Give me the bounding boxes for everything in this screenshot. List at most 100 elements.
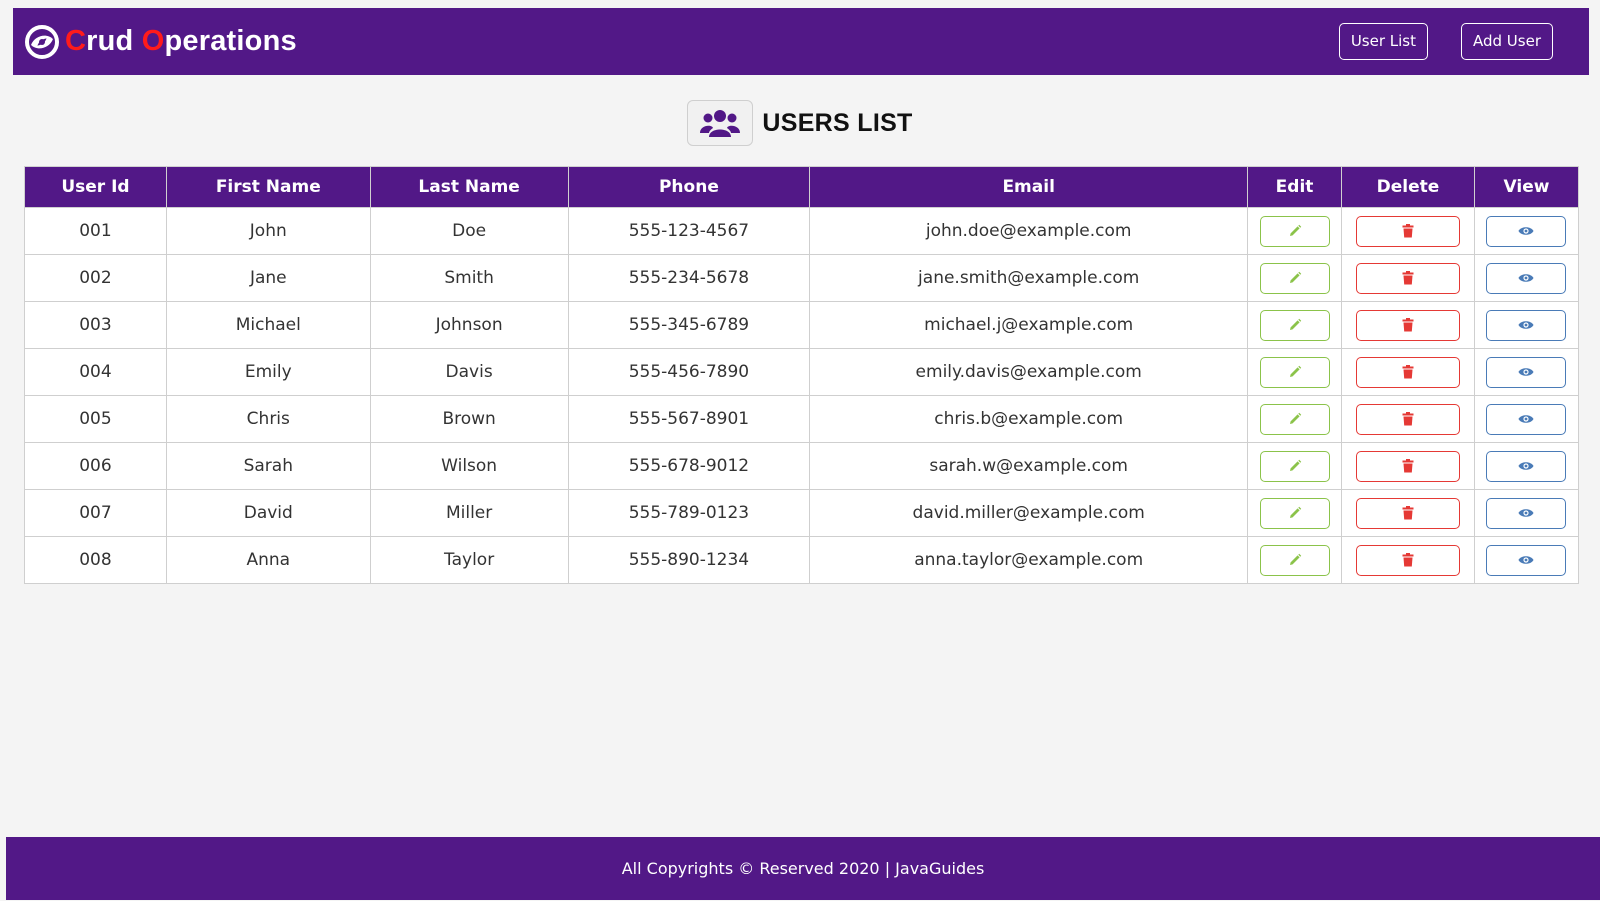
- edit-button[interactable]: [1259, 450, 1330, 482]
- cell-view: [1473, 254, 1580, 302]
- page-heading: USERS LIST: [0, 100, 1600, 146]
- edit-button[interactable]: [1259, 215, 1330, 247]
- delete-button[interactable]: [1355, 544, 1460, 576]
- cell-first-name: John: [165, 207, 371, 255]
- col-header-user-id[interactable]: User Id: [24, 166, 167, 208]
- cell-last-name: Johnson: [369, 301, 569, 349]
- delete-button[interactable]: [1355, 450, 1460, 482]
- cell-view: [1473, 442, 1580, 490]
- table-row: 001 John Doe 555-123-4567 john.doe@examp…: [24, 207, 1580, 255]
- edit-button[interactable]: [1259, 497, 1330, 529]
- cell-user-id: 004: [24, 348, 167, 396]
- cell-last-name: Davis: [369, 348, 569, 396]
- user-list-button[interactable]: User List: [1338, 23, 1428, 60]
- swirl-logo-icon: [25, 24, 59, 59]
- pencil-icon: [1289, 318, 1301, 330]
- trash-icon: [1402, 412, 1414, 426]
- delete-button[interactable]: [1355, 262, 1460, 294]
- view-button[interactable]: [1486, 309, 1567, 341]
- cell-user-id: 006: [24, 442, 167, 490]
- col-header-last-name[interactable]: Last Name: [369, 166, 569, 208]
- edit-button[interactable]: [1259, 544, 1330, 576]
- trash-icon: [1402, 271, 1414, 285]
- footer: All Copyrights © Reserved 2020 | JavaGui…: [6, 837, 1600, 900]
- cell-phone: 555-890-1234: [567, 536, 811, 584]
- nav-buttons: User List Add User: [1338, 23, 1553, 60]
- page: Crud Operations User List Add User USERS…: [0, 0, 1600, 901]
- brand-letter-c: C: [65, 25, 87, 57]
- view-button[interactable]: [1486, 262, 1567, 294]
- cell-edit: [1247, 395, 1343, 443]
- cell-first-name: Chris: [165, 395, 371, 443]
- cell-edit: [1247, 442, 1343, 490]
- cell-email: anna.taylor@example.com: [809, 536, 1249, 584]
- pencil-icon: [1289, 459, 1301, 471]
- edit-button[interactable]: [1259, 356, 1330, 388]
- table-row: 007 David Miller 555-789-0123 david.mill…: [24, 489, 1580, 537]
- col-header-first-name[interactable]: First Name: [165, 166, 371, 208]
- col-header-email[interactable]: Email: [809, 166, 1249, 208]
- delete-button[interactable]: [1355, 497, 1460, 529]
- delete-button[interactable]: [1355, 403, 1460, 435]
- view-button[interactable]: [1486, 544, 1567, 576]
- cell-edit: [1247, 536, 1343, 584]
- brand[interactable]: Crud Operations: [25, 24, 297, 59]
- brand-letter-o: O: [141, 25, 165, 57]
- delete-button[interactable]: [1355, 309, 1460, 341]
- pencil-icon: [1289, 271, 1301, 283]
- delete-button[interactable]: [1355, 356, 1460, 388]
- eye-icon: [1518, 321, 1534, 329]
- cell-phone: 555-234-5678: [567, 254, 811, 302]
- cell-delete: [1341, 301, 1475, 349]
- trash-icon: [1402, 506, 1414, 520]
- edit-button[interactable]: [1259, 403, 1330, 435]
- cell-last-name: Smith: [369, 254, 569, 302]
- view-button[interactable]: [1486, 215, 1567, 247]
- cell-edit: [1247, 207, 1343, 255]
- eye-icon: [1518, 368, 1534, 376]
- col-header-delete: Delete: [1341, 166, 1475, 208]
- edit-button[interactable]: [1259, 262, 1330, 294]
- table-row: 005 Chris Brown 555-567-8901 chris.b@exa…: [24, 395, 1580, 443]
- header-row: User Id First Name Last Name Phone Email…: [24, 166, 1580, 208]
- cell-first-name: Sarah: [165, 442, 371, 490]
- cell-view: [1473, 348, 1580, 396]
- cell-last-name: Miller: [369, 489, 569, 537]
- footer-text: All Copyrights © Reserved 2020 | JavaGui…: [621, 859, 985, 878]
- eye-icon: [1518, 227, 1534, 235]
- cell-first-name: Michael: [165, 301, 371, 349]
- view-button[interactable]: [1486, 356, 1567, 388]
- view-button[interactable]: [1486, 497, 1567, 529]
- trash-icon: [1402, 365, 1414, 379]
- col-header-edit: Edit: [1247, 166, 1343, 208]
- add-user-button[interactable]: Add User: [1461, 23, 1553, 60]
- cell-first-name: Emily: [165, 348, 371, 396]
- table-body: 001 John Doe 555-123-4567 john.doe@examp…: [24, 207, 1580, 584]
- view-button[interactable]: [1486, 450, 1567, 482]
- pencil-icon: [1289, 365, 1301, 377]
- view-button[interactable]: [1486, 403, 1567, 435]
- cell-first-name: Anna: [165, 536, 371, 584]
- eye-icon: [1518, 274, 1534, 282]
- cell-phone: 555-789-0123: [567, 489, 811, 537]
- edit-button[interactable]: [1259, 309, 1330, 341]
- cell-last-name: Taylor: [369, 536, 569, 584]
- brand-text-rud: rud: [86, 25, 142, 57]
- cell-view: [1473, 301, 1580, 349]
- col-header-phone[interactable]: Phone: [567, 166, 811, 208]
- eye-icon: [1518, 509, 1534, 517]
- pencil-icon: [1289, 506, 1301, 518]
- cell-email: jane.smith@example.com: [809, 254, 1249, 302]
- trash-icon: [1402, 553, 1414, 567]
- cell-email: john.doe@example.com: [809, 207, 1249, 255]
- cell-user-id: 008: [24, 536, 167, 584]
- delete-button[interactable]: [1355, 215, 1460, 247]
- cell-phone: 555-567-8901: [567, 395, 811, 443]
- cell-email: michael.j@example.com: [809, 301, 1249, 349]
- cell-last-name: Doe: [369, 207, 569, 255]
- cell-delete: [1341, 395, 1475, 443]
- users-group-icon: [687, 100, 754, 146]
- table-row: 004 Emily Davis 555-456-7890 emily.davis…: [24, 348, 1580, 396]
- cell-delete: [1341, 536, 1475, 584]
- trash-icon: [1402, 318, 1414, 332]
